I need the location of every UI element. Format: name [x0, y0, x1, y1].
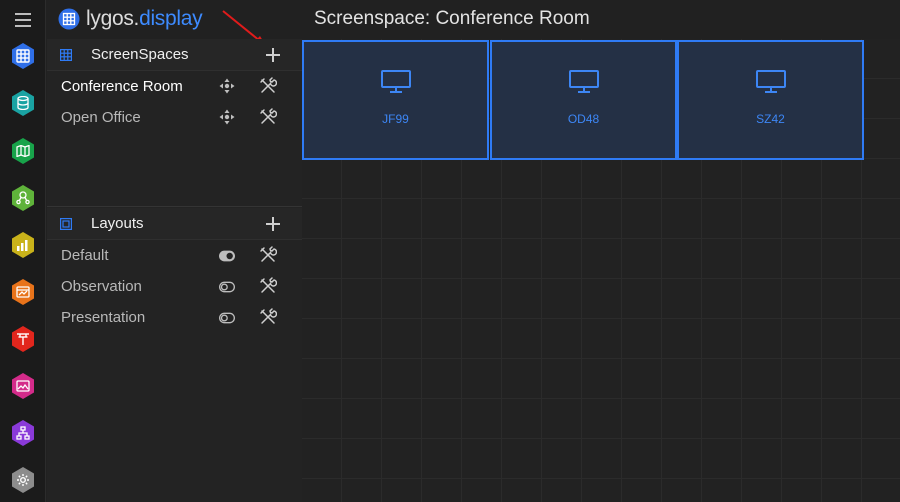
- rail-item-chart[interactable]: [9, 231, 37, 259]
- layout-item-label: Default: [61, 247, 109, 264]
- tools-icon[interactable]: [259, 108, 277, 126]
- database-icon: [17, 96, 29, 110]
- layout-item[interactable]: Presentation: [47, 302, 302, 332]
- layouts-title: Layouts: [91, 215, 144, 232]
- layout-item-label: Presentation: [61, 309, 146, 326]
- monitor-icon: [381, 70, 411, 93]
- tools-icon[interactable]: [259, 308, 277, 326]
- screenspace-canvas[interactable]: JF99 OD48 SZ42: [302, 39, 900, 502]
- screen-label: OD48: [567, 112, 600, 126]
- layout-item[interactable]: Observation: [47, 271, 302, 301]
- screen-label: JF99: [382, 112, 409, 126]
- map-icon: [16, 145, 30, 157]
- hierarchy-icon: [16, 426, 30, 440]
- rail-item-screenspaces[interactable]: [9, 42, 37, 70]
- rail-item-dashboard[interactable]: [9, 278, 37, 306]
- rail-item-database[interactable]: [9, 89, 37, 117]
- screenspace-item-label: Conference Room: [61, 78, 183, 95]
- rail-item-network[interactable]: [9, 184, 37, 212]
- screenspace-item-label: Open Office: [61, 109, 141, 126]
- dashboard-icon: [16, 286, 30, 298]
- rail-item-hierarchy[interactable]: [9, 419, 37, 447]
- icon-rail: [0, 0, 46, 502]
- tools-icon[interactable]: [259, 277, 277, 295]
- screenspaces-grid-icon: [60, 49, 72, 61]
- settings-icon: [17, 474, 29, 486]
- screenspaces-title: ScreenSpaces: [91, 46, 189, 63]
- screen-tile[interactable]: SZ42: [677, 40, 864, 160]
- logo-grid-icon: [58, 8, 80, 30]
- rail-item-gate[interactable]: [9, 325, 37, 353]
- toggle-off-icon[interactable]: [219, 310, 235, 326]
- gate-icon: [17, 333, 29, 345]
- toggle-on-icon[interactable]: [219, 248, 235, 264]
- screen-label: SZ42: [756, 112, 785, 126]
- monitor-icon: [756, 70, 786, 93]
- chart-icon: [17, 240, 28, 251]
- screenspaces-grid-icon: [16, 49, 30, 63]
- add-layout-button[interactable]: [265, 216, 281, 232]
- layouts-icon: [60, 218, 72, 230]
- image-icon: [16, 380, 30, 392]
- logo-text: lygos.display: [86, 7, 203, 30]
- rail-item-settings[interactable]: [9, 466, 37, 494]
- screenspaces-header: ScreenSpaces: [47, 39, 302, 71]
- screen-tile[interactable]: OD48: [490, 40, 677, 160]
- left-panel: ScreenSpaces Conference Room Open Office…: [47, 39, 302, 502]
- section-divider: [47, 206, 302, 207]
- app-logo: lygos.display: [58, 7, 203, 31]
- move-icon[interactable]: [219, 78, 235, 94]
- tools-icon[interactable]: [259, 77, 277, 95]
- main-area: Screenspace: Conference Room JF99 OD48 S…: [302, 0, 900, 502]
- layout-item-label: Observation: [61, 278, 142, 295]
- network-icon: [16, 191, 30, 205]
- tools-icon[interactable]: [259, 246, 277, 264]
- screenspace-item[interactable]: Conference Room: [47, 71, 302, 101]
- move-icon[interactable]: [219, 109, 235, 125]
- screen-tile[interactable]: JF99: [302, 40, 489, 160]
- page-title: Screenspace: Conference Room: [314, 8, 590, 29]
- toggle-off-icon[interactable]: [219, 279, 235, 295]
- monitor-icon: [569, 70, 599, 93]
- rail-item-map[interactable]: [9, 137, 37, 165]
- add-screenspace-button[interactable]: [265, 47, 281, 63]
- hamburger-menu-icon[interactable]: [13, 11, 33, 29]
- screenspace-item[interactable]: Open Office: [47, 102, 302, 132]
- layout-item[interactable]: Default: [47, 240, 302, 270]
- layouts-header: Layouts: [47, 208, 302, 240]
- rail-item-image[interactable]: [9, 372, 37, 400]
